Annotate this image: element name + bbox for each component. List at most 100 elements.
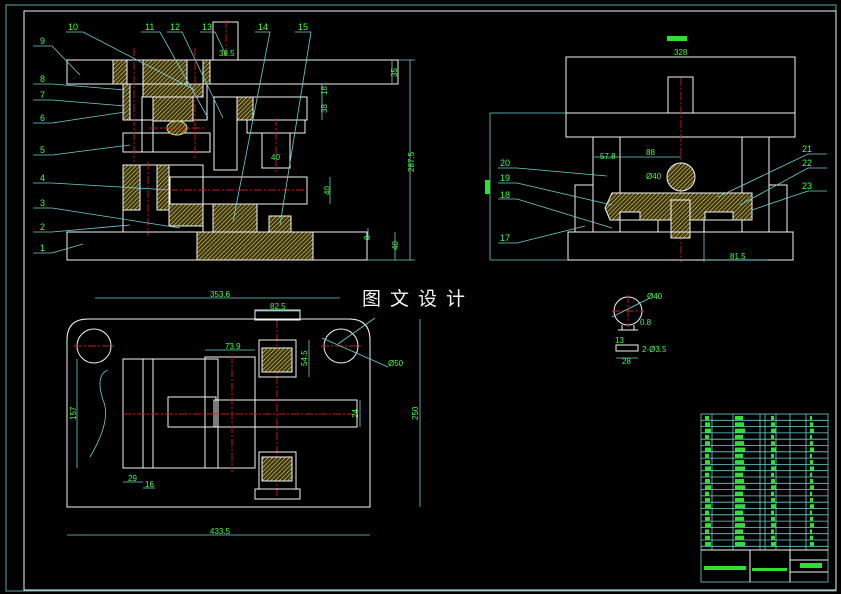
title-block-text xyxy=(810,529,812,534)
title-block-text xyxy=(771,453,774,458)
dim-text: Ø40 xyxy=(646,172,662,181)
title-block-text xyxy=(810,428,814,433)
title-block-text xyxy=(705,434,709,439)
title-block-text xyxy=(810,485,814,490)
title-block-text xyxy=(771,466,776,471)
title-block-text xyxy=(735,441,744,446)
title-block-text xyxy=(735,491,743,496)
part-label: 15 xyxy=(298,22,308,32)
part-label: 2 xyxy=(40,222,45,232)
title-block-text xyxy=(735,453,743,458)
title-block-text xyxy=(810,510,812,515)
part-label: 20 xyxy=(500,158,510,168)
title-block-text xyxy=(771,460,775,465)
part-label: 14 xyxy=(258,22,268,32)
title-block-text xyxy=(771,523,776,528)
part-label: 9 xyxy=(40,36,45,46)
title-block-text xyxy=(705,529,709,534)
dim-text: 40 xyxy=(323,186,332,195)
dim-text: 433.5 xyxy=(210,527,231,536)
part-label: 18 xyxy=(500,190,510,200)
dim-text: 328 xyxy=(674,48,688,57)
part-label: 7 xyxy=(40,90,45,100)
title-block-text xyxy=(771,428,776,433)
dim-text: 73.9 xyxy=(225,342,241,351)
title-block-text xyxy=(771,516,775,521)
title-block-text xyxy=(810,504,814,509)
title-block-text xyxy=(810,434,812,439)
title-block-text xyxy=(800,563,822,568)
title-block-text xyxy=(735,542,745,546)
title-block-text xyxy=(735,416,743,420)
title-block-text xyxy=(705,516,710,521)
title-block-text xyxy=(705,491,709,496)
title-block-text xyxy=(705,447,711,452)
title-block-text xyxy=(705,479,710,483)
part-label: 6 xyxy=(40,113,45,123)
detail-view: Ø40 0.8 13 2-Ø3.5 28 xyxy=(611,292,667,366)
front-view: 1 2 3 4 5 6 7 8 9 10 11 12 13 14 15 38.5… xyxy=(33,20,416,261)
title-block-text xyxy=(735,434,743,439)
title-block-text xyxy=(771,504,776,509)
part-label: 23 xyxy=(802,181,812,191)
title-block-text xyxy=(705,523,711,528)
title-block-text xyxy=(810,542,814,546)
title-block-text xyxy=(735,485,745,490)
title-block-text xyxy=(810,447,814,452)
cad-drawing: 1 2 3 4 5 6 7 8 9 10 11 12 13 14 15 38.5… xyxy=(5,4,837,592)
title-block-text xyxy=(810,466,814,471)
part-label: 8 xyxy=(40,74,45,84)
title-block-text xyxy=(771,491,774,496)
title-block-text xyxy=(735,422,744,427)
dim-text: 2-Ø3.5 xyxy=(642,345,667,354)
title-block-text xyxy=(705,535,710,540)
title-block-text xyxy=(705,416,709,420)
title-block-text xyxy=(705,466,711,471)
dim-text: 157 xyxy=(69,406,78,420)
title-block-text xyxy=(771,422,775,427)
title-block-text xyxy=(771,497,775,502)
title-block-text xyxy=(810,472,812,477)
title-block-text xyxy=(735,523,745,528)
dim-text: 57.8 xyxy=(600,152,616,161)
dim-text: 40 xyxy=(271,153,280,162)
dim-text: 250 xyxy=(411,406,420,420)
part-label: 1 xyxy=(40,243,45,253)
dim-text: Ø40 xyxy=(647,292,663,301)
title-block-text xyxy=(735,504,745,509)
dim-text: 18 xyxy=(320,86,329,95)
part-label: 12 xyxy=(170,22,180,32)
title-block-text xyxy=(771,434,774,439)
title-block-text xyxy=(771,510,774,515)
dim-text: 38.5 xyxy=(219,49,235,58)
title-block-text xyxy=(735,447,745,452)
dim-text: 24 xyxy=(351,409,360,418)
title-block xyxy=(700,413,829,583)
title-block-text xyxy=(735,510,743,515)
dim-text: 29 xyxy=(128,474,137,483)
title-block-text xyxy=(771,485,776,490)
title-block-text xyxy=(705,510,709,515)
title-block-text xyxy=(705,453,709,458)
title-block-text xyxy=(735,529,743,534)
title-block-text xyxy=(810,453,812,458)
title-block-text xyxy=(735,428,745,433)
title-block-text xyxy=(771,441,775,446)
part-label: 22 xyxy=(802,158,812,168)
dim-text: 353.6 xyxy=(210,290,231,299)
part-label: 10 xyxy=(68,22,78,32)
dim-text: 0.8 xyxy=(640,318,652,327)
title-block-text xyxy=(771,535,775,540)
title-block-text xyxy=(705,542,711,546)
title-block-text xyxy=(735,472,743,477)
title-block-text xyxy=(735,479,744,483)
title-block-text xyxy=(771,542,776,546)
title-block-text xyxy=(705,441,710,446)
title-block-text xyxy=(704,566,746,570)
title-block-text xyxy=(752,568,787,571)
part-label: 17 xyxy=(500,233,510,243)
side-view: 328 57.8 88 Ø40 81.5 20 19 18 17 21 22 2… xyxy=(485,36,827,262)
title-block-text xyxy=(735,516,744,521)
title-block-text xyxy=(810,479,813,483)
dim-text: 88 xyxy=(646,148,655,157)
